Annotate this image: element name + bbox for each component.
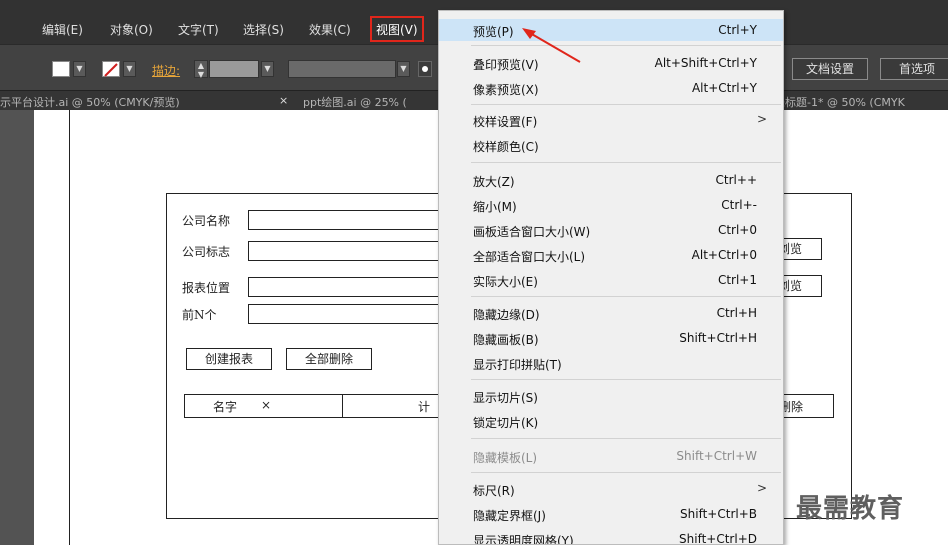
annotation-arrow-icon [522,28,581,63]
watermark-logo: 最需教育 [796,494,905,524]
illustrator-window: 编辑(E) 对象(O) 文字(T) 选择(S) 效果(C) 视图(V) ▼ ▼ … [0,0,948,545]
